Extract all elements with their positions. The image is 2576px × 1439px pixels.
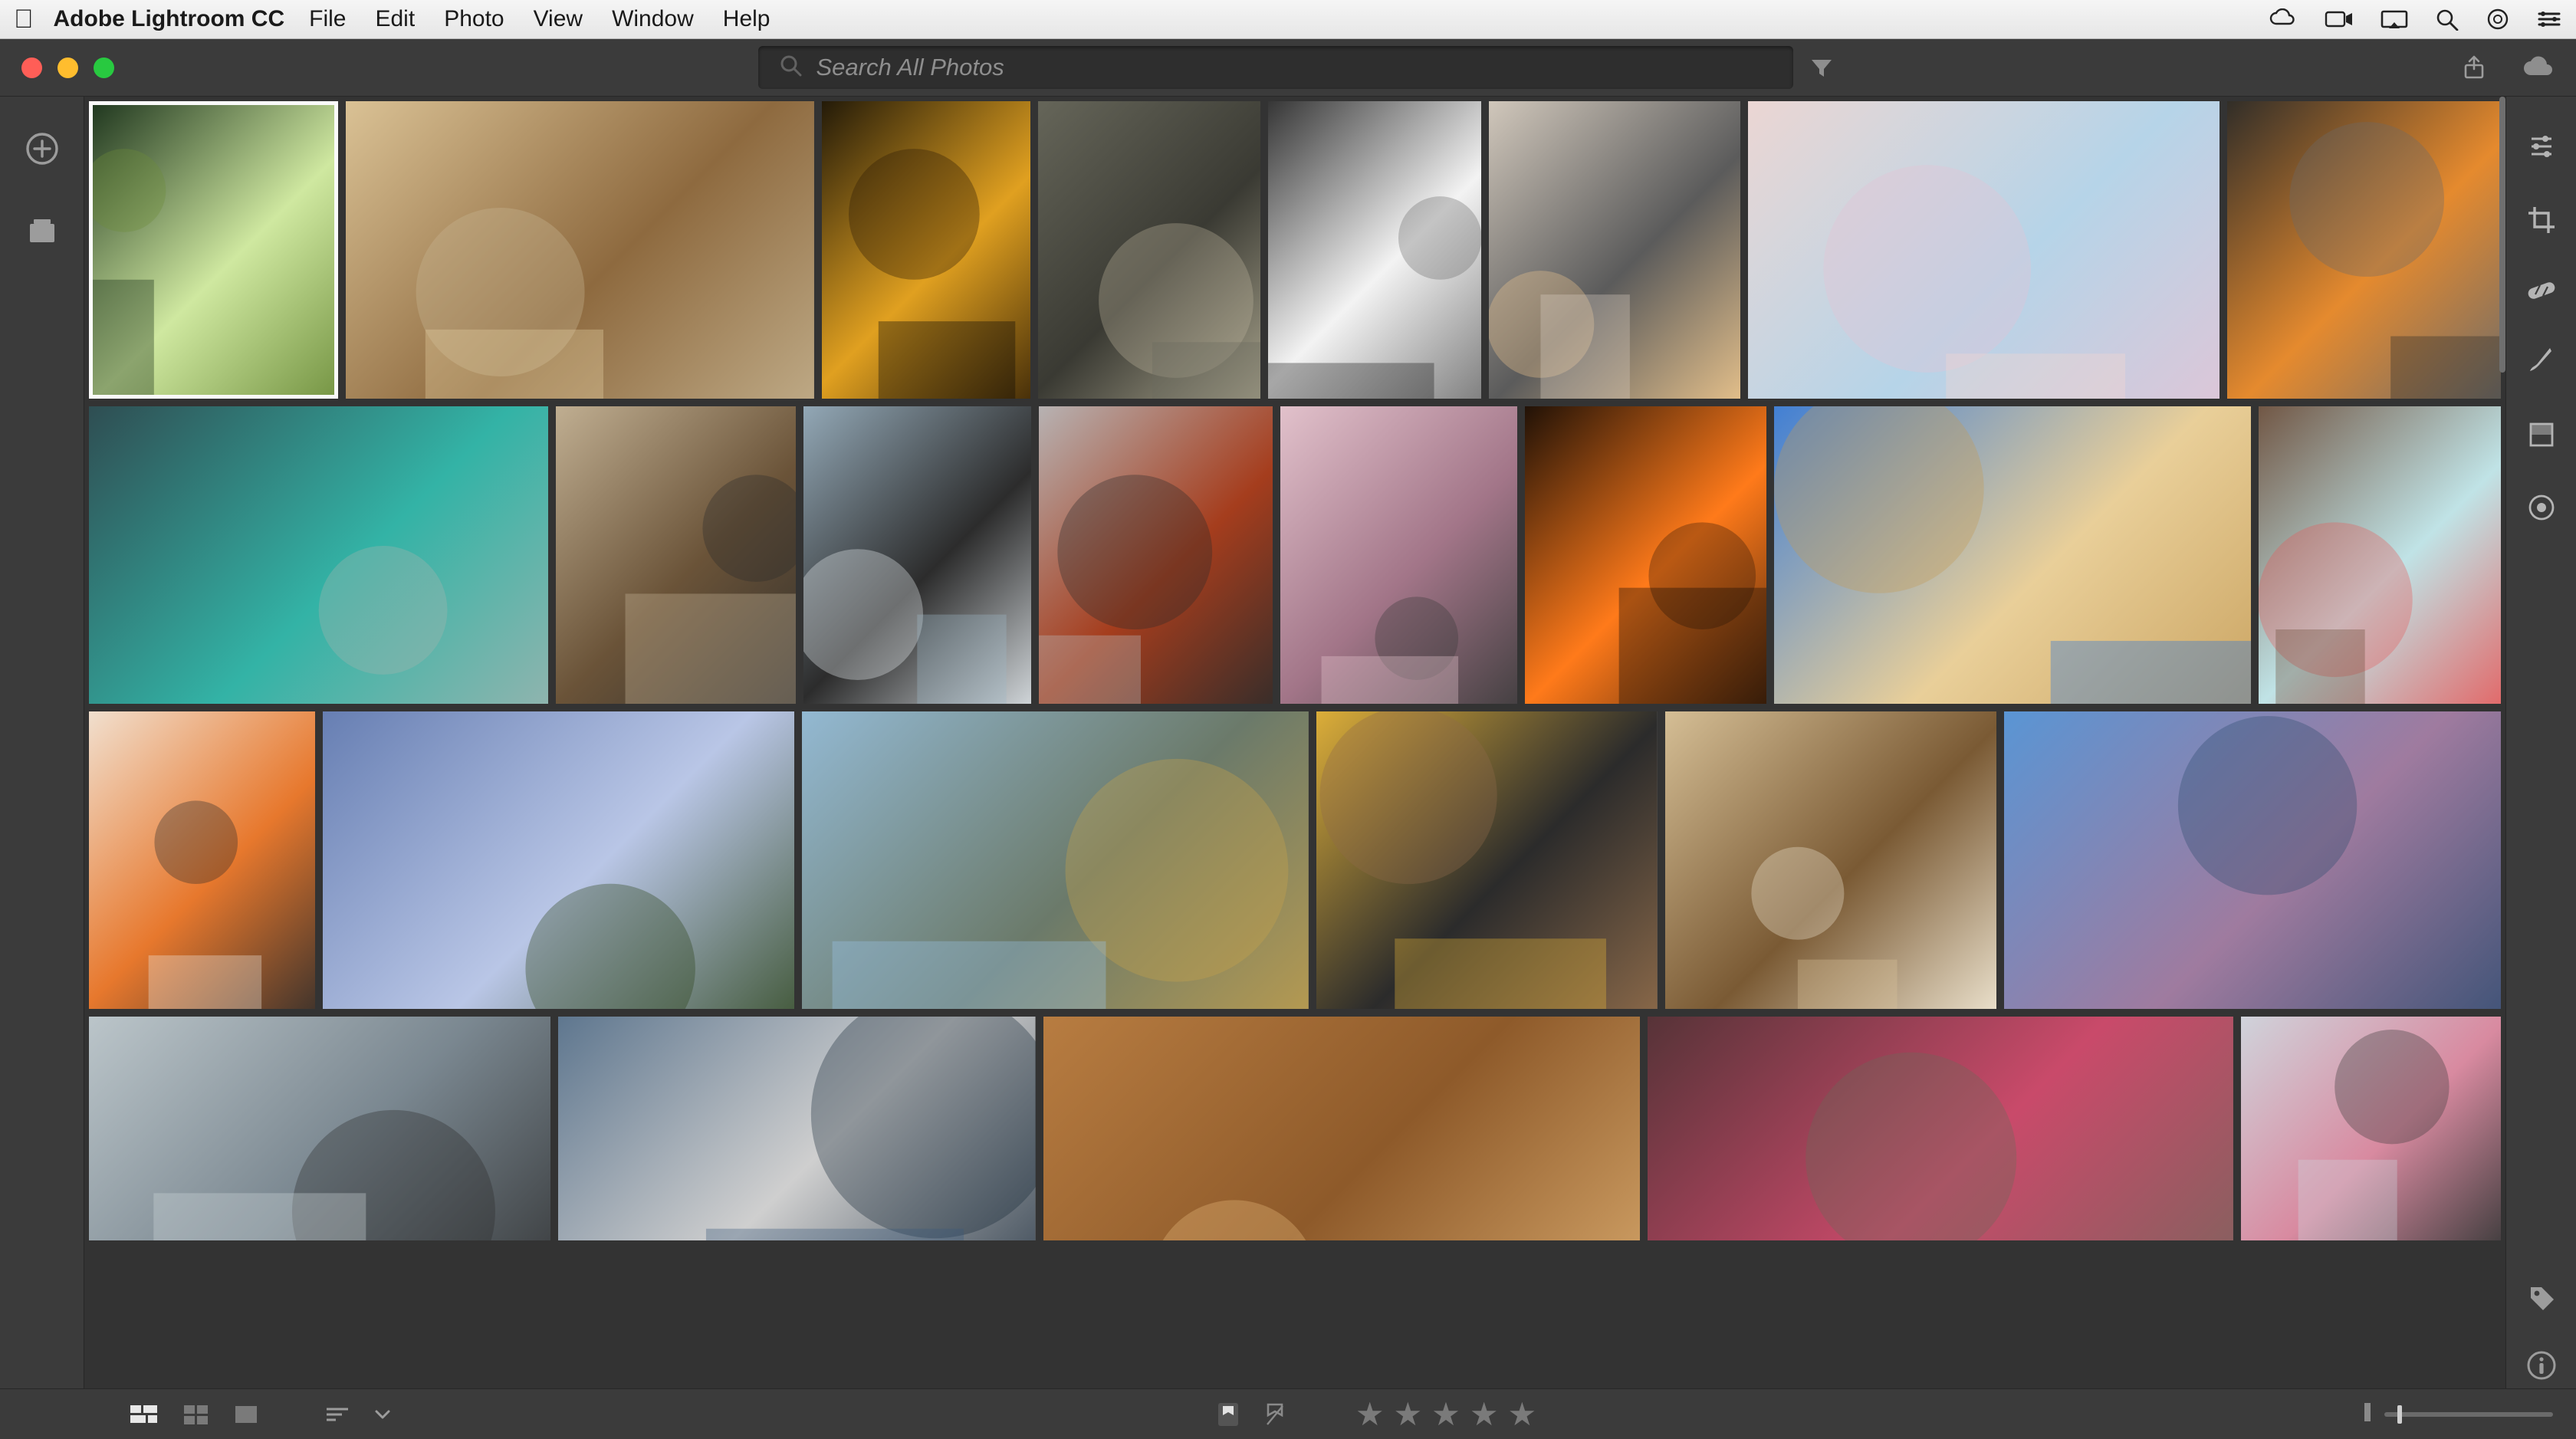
square-grid-view-button[interactable] xyxy=(182,1403,210,1426)
photo-pastel-sky-teepee[interactable] xyxy=(1748,101,2220,399)
menu-view[interactable]: View xyxy=(534,6,583,32)
star-1[interactable]: ★ xyxy=(1355,1395,1388,1433)
airplay-icon[interactable] xyxy=(2380,8,2409,30)
my-photos-button[interactable] xyxy=(26,216,58,245)
photo-loft-window-portrait[interactable] xyxy=(803,406,1031,704)
rating-stars[interactable]: ★ ★ ★ ★ ★ xyxy=(1355,1395,1539,1433)
brush-tool-button[interactable] xyxy=(2527,345,2556,377)
photo-turquoise-rings[interactable] xyxy=(89,406,548,704)
zoom-handle[interactable] xyxy=(2397,1405,2402,1424)
share-button[interactable] xyxy=(2461,54,2487,80)
window-traffic-lights xyxy=(21,57,114,78)
crop-tool-button[interactable] xyxy=(2525,204,2558,236)
left-rail xyxy=(0,97,84,1388)
photo-tassel-bracelet[interactable] xyxy=(2259,406,2501,704)
flag-reject-button[interactable] xyxy=(1263,1401,1286,1428)
photo-roses-window[interactable] xyxy=(1648,1017,2233,1240)
creative-cloud-icon[interactable] xyxy=(2266,8,2297,30)
sort-chevron-icon[interactable] xyxy=(374,1408,391,1421)
photo-grid-view-button[interactable] xyxy=(129,1403,159,1426)
photo-campfire-night[interactable] xyxy=(1525,406,1766,704)
info-button[interactable] xyxy=(2526,1350,2557,1381)
photo-adobe-house-dog[interactable] xyxy=(556,406,796,704)
photo-figure-on-beach[interactable] xyxy=(89,1017,550,1240)
healing-brush-button[interactable] xyxy=(2525,279,2558,302)
window-minimize-button[interactable] xyxy=(58,57,78,78)
thumbnail-zoom-slider[interactable] xyxy=(2364,1403,2553,1425)
photo-pink-truck-snow[interactable] xyxy=(2241,1017,2501,1240)
photo-night-road[interactable] xyxy=(822,101,1030,399)
photo-desert-traveler[interactable] xyxy=(1774,406,2251,704)
window-close-button[interactable] xyxy=(21,57,42,78)
add-photos-button[interactable] xyxy=(25,132,59,166)
photo-wet-street-dusk[interactable] xyxy=(2227,101,2501,399)
photo-light-tunnel[interactable] xyxy=(1268,101,1481,399)
zoom-tick-icon xyxy=(2364,1403,2371,1425)
cloud-sync-button[interactable] xyxy=(2519,55,2555,80)
screen-record-icon[interactable] xyxy=(2323,8,2354,30)
radial-gradient-button[interactable] xyxy=(2526,492,2557,523)
star-4[interactable]: ★ xyxy=(1470,1395,1502,1433)
menu-help[interactable]: Help xyxy=(723,6,770,32)
photo-grid[interactable] xyxy=(84,97,2505,1388)
star-5[interactable]: ★ xyxy=(1507,1395,1539,1433)
photo-windblown-hair-blue-sky[interactable] xyxy=(2004,711,2501,1009)
menu-file[interactable]: File xyxy=(309,6,346,32)
photo-woman-lilacs[interactable] xyxy=(323,711,794,1009)
menu-edit[interactable]: Edit xyxy=(375,6,415,32)
right-rail xyxy=(2505,97,2576,1388)
search-input[interactable] xyxy=(816,54,1772,81)
sort-button[interactable] xyxy=(324,1404,351,1425)
search-icon xyxy=(780,54,803,81)
photo-hand-feather[interactable] xyxy=(89,711,315,1009)
star-3[interactable]: ★ xyxy=(1431,1395,1464,1433)
photo-yellow-wall-portrait[interactable] xyxy=(1316,711,1658,1009)
photo-climber-rock[interactable] xyxy=(1038,101,1260,399)
photo-clouds-over-road[interactable] xyxy=(558,1017,1035,1240)
photo-red-hair-street[interactable] xyxy=(1039,406,1273,704)
keywords-button[interactable] xyxy=(2526,1283,2557,1313)
edit-panel-button[interactable] xyxy=(2525,132,2558,161)
window-zoom-button[interactable] xyxy=(94,57,114,78)
siri-icon[interactable] xyxy=(2486,8,2510,31)
photo-cherry-blossom-lane[interactable] xyxy=(1280,406,1517,704)
menu-window[interactable]: Window xyxy=(612,6,694,32)
apple-menu-icon[interactable]:  xyxy=(14,5,34,34)
spotlight-icon[interactable] xyxy=(2435,8,2459,31)
filter-button[interactable] xyxy=(1809,55,1835,80)
photo-balancing-rock[interactable] xyxy=(346,101,814,399)
linear-gradient-button[interactable] xyxy=(2527,420,2556,449)
photo-forest-light[interactable] xyxy=(89,101,338,399)
lightroom-window: ★ ★ ★ ★ ★ xyxy=(0,39,2576,1439)
macos-menubar:  Adobe Lightroom CC File Edit Photo Vie… xyxy=(0,0,2576,39)
zoom-track[interactable] xyxy=(2384,1412,2553,1417)
app-bottombar: ★ ★ ★ ★ ★ xyxy=(0,1388,2576,1439)
photo-braided-hair-feathers[interactable] xyxy=(1665,711,1996,1009)
scrollbar-thumb[interactable] xyxy=(2499,97,2505,373)
photo-city-buildings[interactable] xyxy=(1489,101,1741,399)
flag-pick-button[interactable] xyxy=(1216,1401,1240,1428)
control-center-icon[interactable] xyxy=(2536,8,2562,30)
app-name[interactable]: Adobe Lightroom CC xyxy=(54,6,285,32)
photo-wood-fence-hat[interactable] xyxy=(1043,1017,1640,1240)
menu-photo[interactable]: Photo xyxy=(444,6,504,32)
detail-view-button[interactable] xyxy=(233,1404,259,1425)
search-box[interactable] xyxy=(758,46,1793,89)
photo-hiker-mountain-ridge[interactable] xyxy=(802,711,1309,1009)
app-topbar xyxy=(0,39,2576,97)
star-2[interactable]: ★ xyxy=(1394,1395,1426,1433)
